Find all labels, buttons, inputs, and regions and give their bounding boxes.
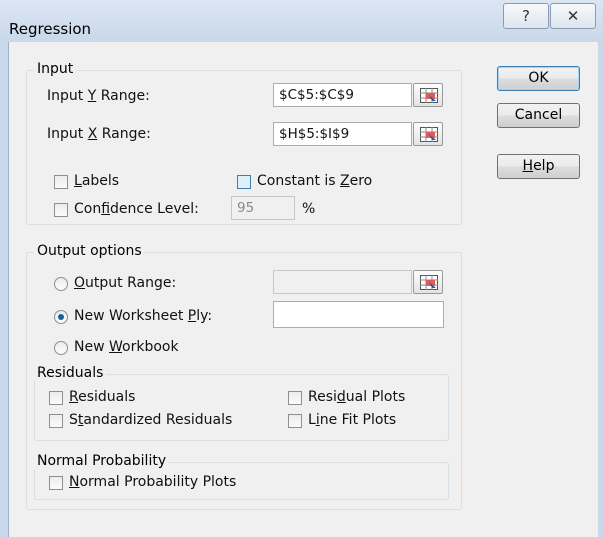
constant-is-zero-label: Constant is Zero [257,173,373,189]
confidence-level-label: Confidence Level: [74,201,199,217]
input-y-range-field[interactable]: $C$5:$C$9 [273,83,412,107]
close-icon: ✕ [566,7,580,25]
new-worksheet-ply-radio[interactable] [54,310,68,324]
output-range-radio[interactable] [54,277,68,291]
normal-probability-plots-label: Normal Probability Plots [69,474,237,490]
ok-button[interactable]: OK [497,66,580,91]
input-group-legend: Input [34,61,77,77]
residuals-legend: Residuals [34,365,107,381]
collapse-y-range-button[interactable] [413,83,443,107]
input-x-range-field[interactable]: $H$5:$I$9 [273,122,412,146]
confidence-level-field[interactable]: 95 [231,196,295,220]
standardized-residuals-label: Standardized Residuals [69,412,233,428]
question-mark-icon: ? [522,7,530,25]
cancel-button[interactable]: Cancel [497,103,580,128]
output-range-label: Output Range: [74,275,177,291]
residuals-group [34,374,449,441]
input-y-range-label: Input Y Range: [47,88,150,104]
output-range-field[interactable] [273,270,412,294]
normal-probability-plots-checkbox[interactable] [49,476,63,490]
range-select-icon [420,275,438,290]
help-button[interactable]: Help [497,154,580,179]
residual-plots-label: Residual Plots [308,389,406,405]
residual-plots-checkbox[interactable] [288,391,302,405]
confidence-level-checkbox[interactable] [54,203,68,217]
standardized-residuals-checkbox[interactable] [49,414,63,428]
percent-sign: % [302,201,316,217]
new-worksheet-ply-field[interactable] [273,301,444,328]
input-x-range-label: Input X Range: [47,126,151,142]
title-bar: Regression ? ✕ [0,0,603,42]
help-caption-button[interactable]: ? [503,3,549,29]
range-select-icon [420,127,438,142]
close-button[interactable]: ✕ [550,3,596,29]
radio-selected-dot [58,314,64,320]
collapse-output-range-button[interactable] [413,270,443,294]
normal-probability-legend: Normal Probability [34,453,170,469]
new-workbook-label: New Workbook [74,339,179,355]
labels-label: Labels [74,173,120,189]
line-fit-plots-checkbox[interactable] [288,414,302,428]
dialog-title: Regression [9,20,92,38]
collapse-x-range-button[interactable] [413,122,443,146]
residuals-label: Residuals [69,389,136,405]
new-worksheet-ply-label: New Worksheet Ply: [74,308,213,324]
constant-is-zero-checkbox[interactable] [237,175,251,189]
residuals-checkbox[interactable] [49,391,63,405]
labels-checkbox[interactable] [54,175,68,189]
window-frame-left [0,42,8,537]
line-fit-plots-label: Line Fit Plots [308,412,397,428]
output-options-legend: Output options [34,243,145,259]
new-workbook-radio[interactable] [54,341,68,355]
range-select-icon [420,88,438,103]
